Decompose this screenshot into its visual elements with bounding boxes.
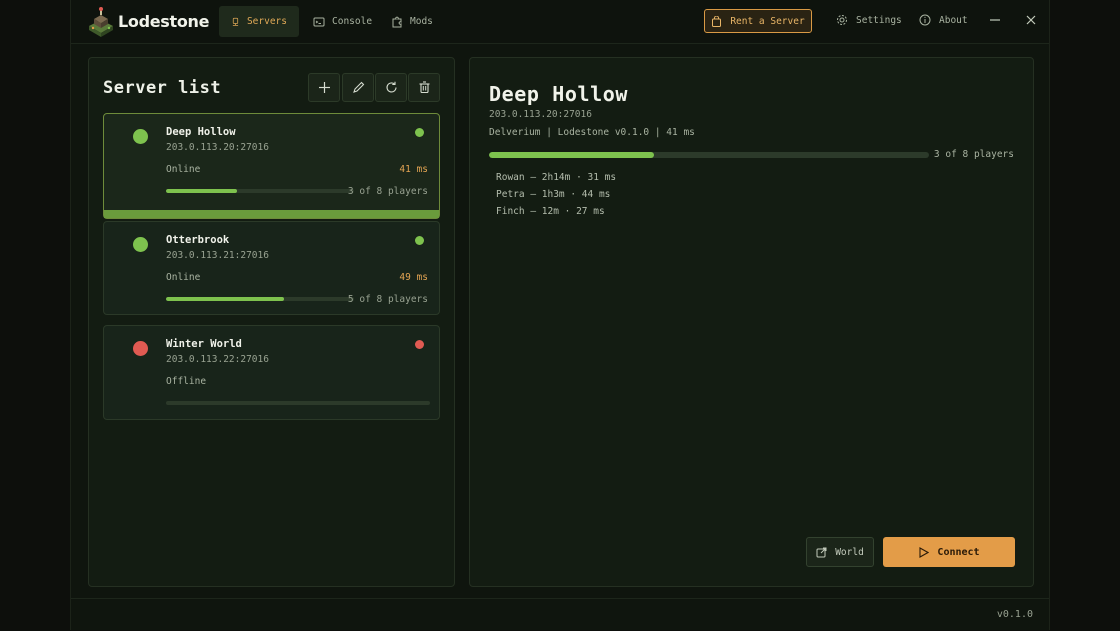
player-item: Petra — 1h3m · 44 ms	[496, 189, 611, 200]
tab-label: Console	[332, 16, 373, 27]
play-icon	[919, 546, 930, 558]
server-name: Deep Hollow	[166, 126, 236, 138]
server-address: 203.0.113.21:27016	[166, 250, 269, 261]
app-window: Lodestone Servers Console Mods Rent a Se…	[70, 0, 1050, 630]
tab-console[interactable]: Console	[301, 6, 384, 37]
online-indicator	[415, 236, 424, 245]
terminal-icon	[313, 17, 325, 26]
shopping-bag-icon	[712, 15, 722, 27]
info-icon	[919, 14, 931, 26]
player-bar	[166, 189, 354, 193]
selected-indicator	[104, 210, 439, 218]
server-status: Online	[166, 164, 201, 175]
player-list: Rowan — 2h14m · 31 ms Petra — 1h3m · 44 …	[496, 169, 616, 220]
status-footer: v0.1.0	[71, 598, 1049, 631]
server-card-deep-hollow[interactable]: Deep Hollow 203.0.113.20:27016 Online 41…	[103, 113, 440, 219]
gear-icon	[837, 15, 847, 25]
server-icon	[232, 17, 239, 26]
puzzle-icon	[392, 16, 402, 27]
player-bar-fill	[166, 297, 284, 301]
online-status-dot	[133, 237, 148, 252]
server-card-winter-world[interactable]: Winter World 203.0.113.22:27016 Offline	[103, 325, 440, 420]
offline-indicator	[415, 340, 424, 349]
detail-player-bar	[489, 152, 929, 158]
player-item: Finch — 12m · 27 ms	[496, 206, 605, 217]
server-name: Winter World	[166, 338, 242, 350]
rent-server-button[interactable]: Rent a Server	[704, 9, 812, 33]
plus-icon	[318, 82, 330, 93]
trash-icon	[419, 81, 429, 94]
edit-server-button[interactable]	[342, 73, 374, 102]
connect-button[interactable]: Connect	[883, 537, 1015, 567]
app-version: v0.1.0	[996, 609, 1033, 620]
settings-label: Settings	[856, 14, 902, 26]
title-bar: Lodestone Servers Console Mods Rent a Se…	[71, 0, 1049, 44]
world-label: World	[835, 546, 864, 558]
detail-address: 203.0.113.20:27016	[489, 109, 592, 120]
app-name: Lodestone	[118, 12, 210, 31]
server-status: Online	[166, 272, 201, 283]
server-list-panel: Server list Deep Hollow 203.0.113.20:270…	[88, 57, 455, 587]
detail-player-bar-fill	[489, 152, 654, 158]
server-detail-panel: Deep Hollow 203.0.113.20:27016 Delverium…	[469, 57, 1034, 587]
add-server-button[interactable]	[308, 73, 340, 102]
server-name: Otterbrook	[166, 234, 230, 246]
pencil-icon	[352, 81, 364, 93]
server-ping: 49 ms	[399, 272, 428, 283]
settings-link[interactable]: Settings	[836, 14, 902, 26]
detail-meta: Delverium | Lodestone v0.1.0 | 41 ms	[489, 127, 695, 138]
player-count: 3 of 8 players	[347, 186, 428, 197]
minimize-icon[interactable]	[988, 13, 1002, 27]
player-bar	[166, 401, 430, 405]
server-list-title: Server list	[103, 78, 222, 98]
connect-label: Connect	[937, 546, 980, 558]
tab-servers[interactable]: Servers	[219, 6, 299, 37]
player-bar-fill	[166, 189, 237, 193]
server-card-otterbrook[interactable]: Otterbrook 203.0.113.21:27016 Online 49 …	[103, 221, 440, 315]
external-link-icon	[816, 547, 827, 557]
rent-label: Rent a Server	[730, 15, 805, 27]
server-address: 203.0.113.22:27016	[166, 354, 269, 365]
refresh-button[interactable]	[375, 73, 407, 102]
refresh-icon	[385, 81, 397, 93]
delete-server-button[interactable]	[408, 73, 440, 102]
online-indicator	[415, 128, 424, 137]
about-label: About	[939, 14, 968, 26]
online-status-dot	[133, 129, 148, 144]
close-icon[interactable]	[1024, 13, 1038, 27]
offline-status-dot	[133, 341, 148, 356]
tab-label: Mods	[410, 16, 433, 27]
tab-mods[interactable]: Mods	[379, 6, 445, 37]
server-ping: 41 ms	[399, 164, 428, 175]
lodestone-logo-icon	[89, 7, 113, 37]
about-link[interactable]: About	[919, 14, 968, 26]
server-address: 203.0.113.20:27016	[166, 142, 269, 153]
player-count: 5 of 8 players	[347, 294, 428, 305]
world-button[interactable]: World	[806, 537, 874, 567]
detail-title: Deep Hollow	[489, 82, 629, 106]
player-item: Rowan — 2h14m · 31 ms	[496, 172, 617, 183]
tab-label: Servers	[246, 16, 287, 27]
server-status: Offline	[166, 376, 207, 387]
detail-player-count: 3 of 8 players	[933, 149, 1014, 160]
player-bar	[166, 297, 354, 301]
